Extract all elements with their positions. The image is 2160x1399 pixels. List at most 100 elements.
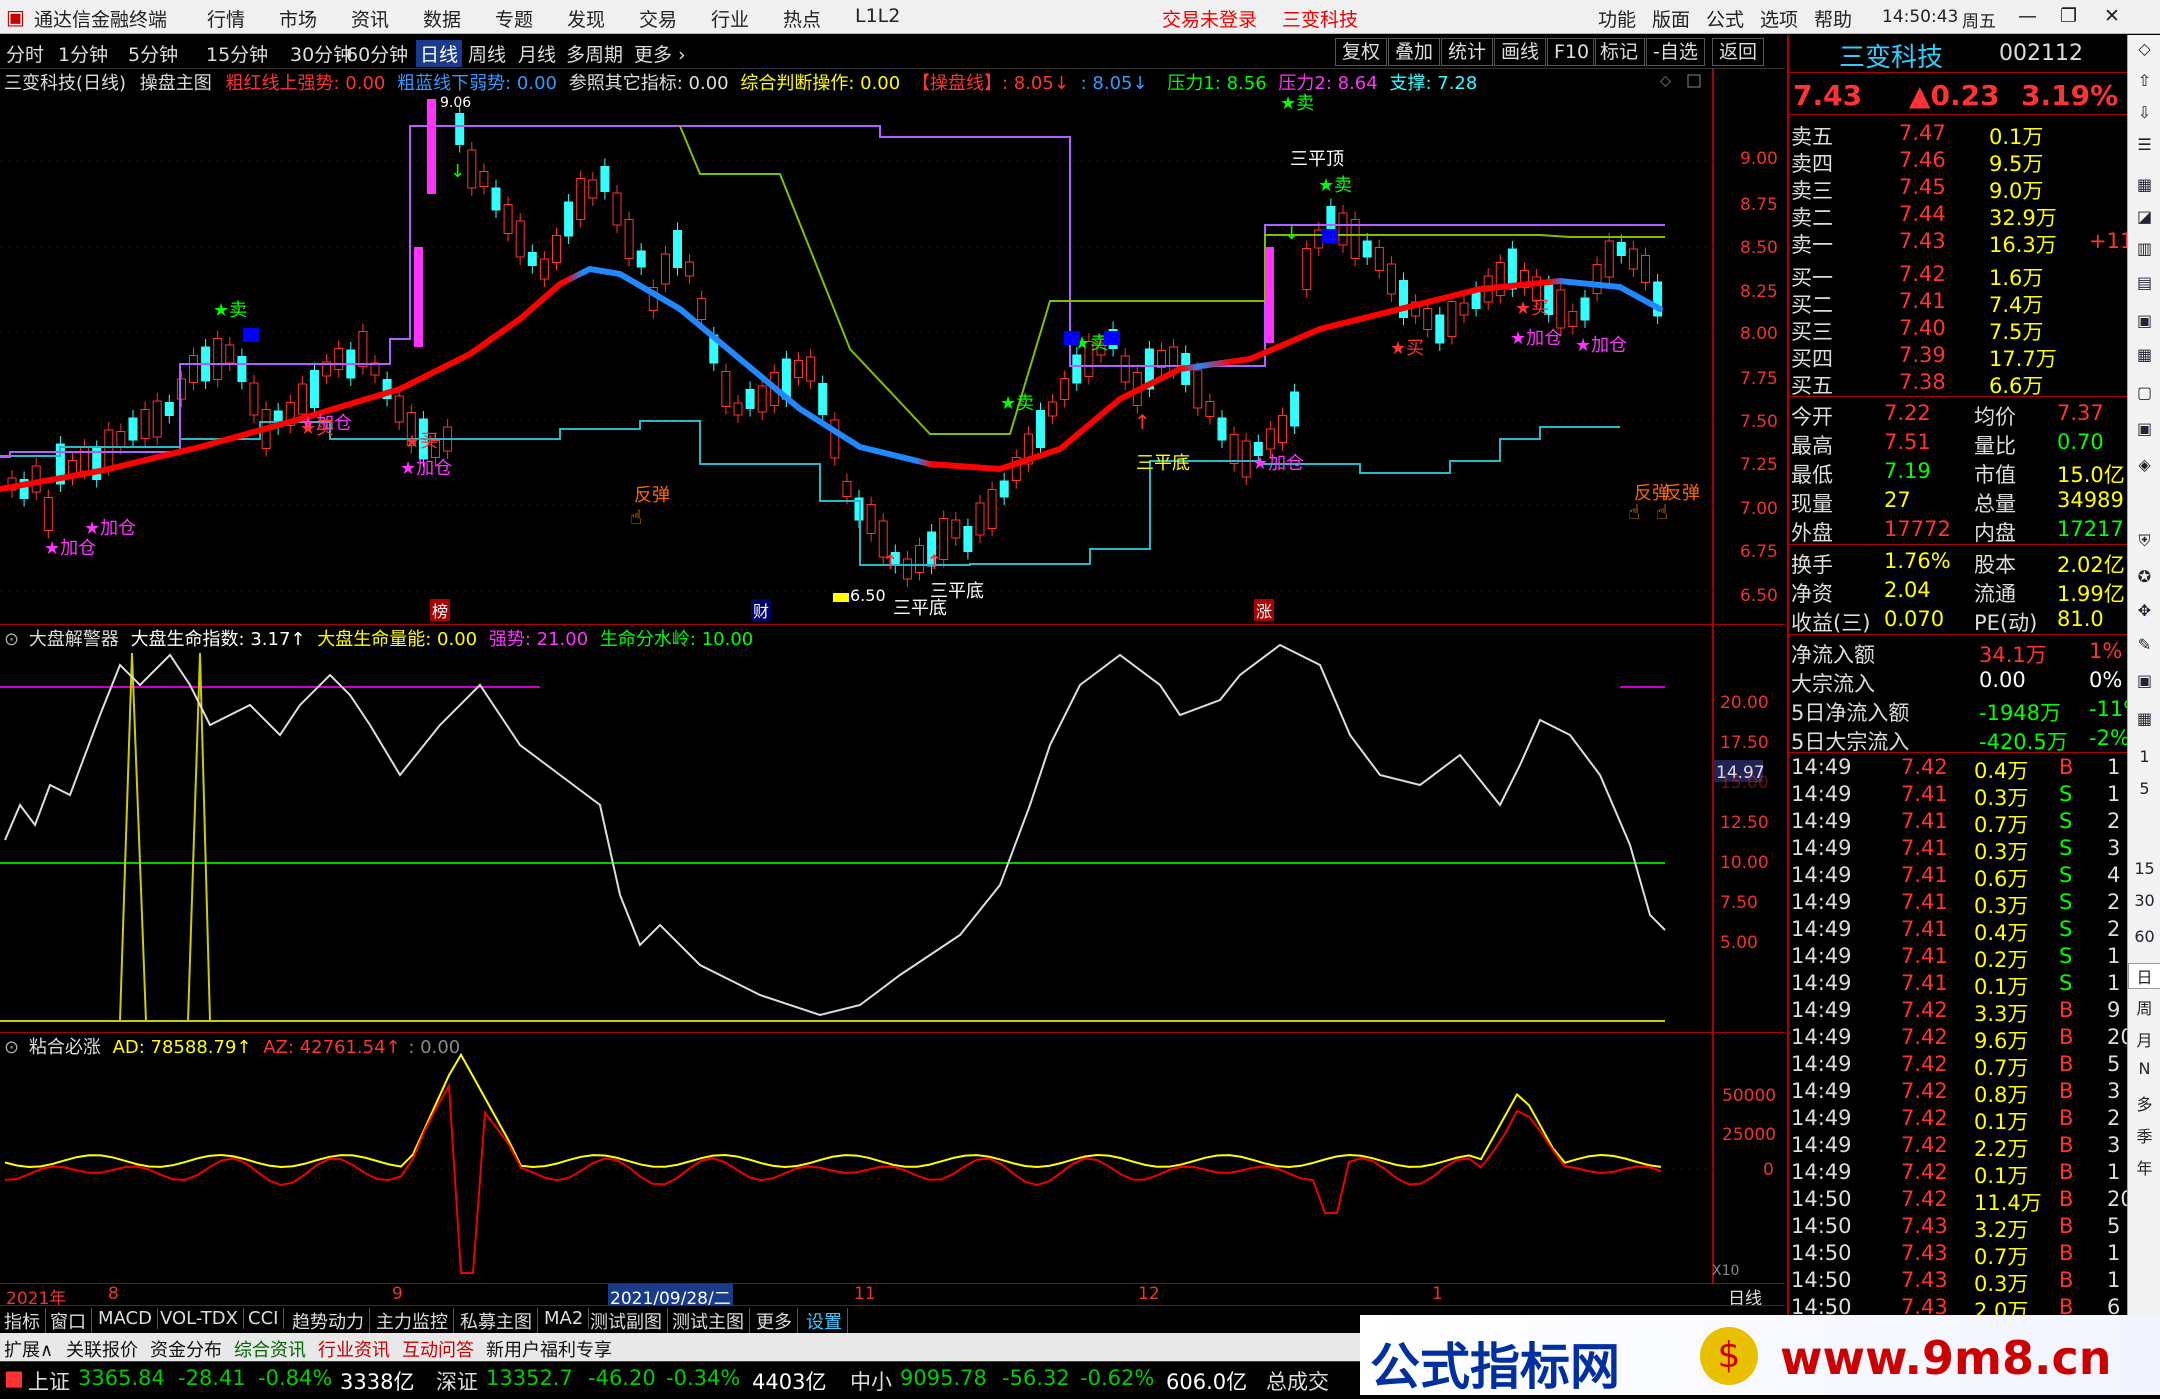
tool-button[interactable]: 返回 <box>1712 38 1765 66</box>
indicator-tab[interactable]: 窗口 <box>50 1308 92 1334</box>
period-tab[interactable]: 更多 › <box>634 40 686 67</box>
tool-button[interactable]: 叠加 <box>1388 38 1441 66</box>
sidebar-window-icon[interactable]: ▣ <box>2128 419 2160 438</box>
sidebar-period[interactable]: 日 <box>2128 963 2160 989</box>
sidebar-chart-icon[interactable]: ◪ <box>2128 207 2160 226</box>
info-tab[interactable]: 资金分布 <box>150 1336 222 1362</box>
close-icon[interactable]: ✕ <box>2104 5 2120 27</box>
tool-button[interactable]: 画线 <box>1494 38 1547 66</box>
settings-tab[interactable]: 设置 <box>806 1308 848 1334</box>
sidebar-arrow-icon[interactable]: ◇ <box>2128 39 2160 58</box>
menu-item[interactable]: 行业 <box>711 5 749 32</box>
menu-item[interactable]: 版面 <box>1652 5 1690 32</box>
tool-button[interactable]: 标记 <box>1593 38 1646 66</box>
tool-button[interactable]: -自选 <box>1646 38 1705 66</box>
menu-item[interactable]: 功能 <box>1598 5 1636 32</box>
period-tab[interactable]: 60分钟 <box>346 40 408 67</box>
sidebar-f-icon[interactable]: ▣ <box>2128 671 2160 690</box>
info-tab[interactable]: 新用户福利专享 <box>486 1336 612 1362</box>
menu-item[interactable]: 公式 <box>1706 5 1744 32</box>
tool-button[interactable]: 复权 <box>1335 38 1388 66</box>
restore-icon[interactable]: ❐ <box>2060 5 2077 27</box>
period-tab[interactable]: 1分钟 <box>58 40 108 67</box>
sidebar-period[interactable]: 季 <box>2128 1123 2160 1147</box>
sidebar-period[interactable]: 60 <box>2128 927 2160 946</box>
sidebar-period[interactable]: N <box>2128 1059 2160 1078</box>
period-tab[interactable]: 多周期 <box>566 40 623 67</box>
minimize-icon[interactable]: — <box>2018 5 2037 27</box>
info-tab[interactable]: 扩展∧ <box>4 1336 53 1362</box>
sidebar-up-icon[interactable]: ⇧ <box>2128 71 2160 90</box>
info-tab[interactable]: 互动问答 <box>402 1336 474 1362</box>
info-tab[interactable]: 行业资讯 <box>318 1336 390 1362</box>
menu-item[interactable]: 选项 <box>1760 5 1798 32</box>
indicator-tab[interactable]: 测试副图 <box>590 1308 668 1334</box>
stat-value: 1.76% <box>1884 549 1951 573</box>
sidebar-list-icon[interactable]: ☰ <box>2128 135 2160 154</box>
period-tab[interactable]: 分时 <box>6 40 44 67</box>
indicator-tab[interactable]: 私募主图 <box>460 1308 538 1334</box>
sidebar-period[interactable]: 月 <box>2128 1027 2160 1051</box>
sidebar-pen-icon[interactable]: ✎ <box>2128 635 2160 654</box>
sidebar-box-icon[interactable]: ▢ <box>2128 383 2160 402</box>
info-tab[interactable]: 关联报价 <box>66 1336 138 1362</box>
sidebar-period[interactable]: 15 <box>2128 859 2160 878</box>
index-name[interactable]: 深证 <box>436 1366 478 1396</box>
menu-item[interactable]: 数据 <box>423 5 461 32</box>
sidebar-move-icon[interactable]: ✥ <box>2128 601 2160 620</box>
sidebar-doc-icon[interactable]: ▤ <box>2128 273 2160 292</box>
login-status[interactable]: 交易未登录 <box>1162 5 1257 32</box>
period-tab[interactable]: 15分钟 <box>206 40 268 67</box>
sidebar-settings-icon[interactable]: ◈ <box>2128 455 2160 474</box>
period-tab[interactable]: 月线 <box>518 40 556 67</box>
index-name[interactable]: 上证 <box>28 1366 70 1396</box>
sidebar-down-icon[interactable]: ⇩ <box>2128 103 2160 122</box>
indicator-pane-1[interactable]: ⊙ 大盘解警器 大盘生命指数: 3.17↑ 大盘生命量能: 0.00 强势: 2… <box>0 625 1785 1033</box>
indicator-tab[interactable]: CCI <box>248 1308 285 1329</box>
sidebar-f10-icon[interactable]: ▣ <box>2128 311 2160 330</box>
index-name[interactable]: 中小 <box>850 1366 892 1396</box>
diamond-icon[interactable]: ◇ <box>1660 73 1671 89</box>
sidebar-period[interactable]: 年 <box>2128 1155 2160 1179</box>
app-title: 通达信金融终端 <box>34 9 168 31</box>
tool-button[interactable]: 统计 <box>1441 38 1494 66</box>
info-tab[interactable]: 综合资讯 <box>234 1336 306 1362</box>
sidebar-star-icon[interactable]: ✪ <box>2128 567 2160 586</box>
sidebar-period[interactable]: 多 <box>2128 1091 2160 1115</box>
indicator-tab[interactable]: VOL-TDX <box>160 1308 244 1329</box>
menu-item[interactable]: 发现 <box>567 5 605 32</box>
menu-item[interactable]: 市场 <box>279 5 317 32</box>
indicator-tab[interactable]: 更多 <box>756 1308 798 1334</box>
period-tab[interactable]: 5分钟 <box>128 40 178 67</box>
tick-list[interactable]: 14:49 7.42 0.4万 B 1 14:49 7.41 0.3万 S 1 14:49 7.41 0… <box>1789 755 2129 1315</box>
menu-item[interactable]: 行情 <box>207 5 245 32</box>
menu-item[interactable]: 帮助 <box>1814 5 1852 32</box>
indicator-tab[interactable]: 测试主图 <box>672 1308 750 1334</box>
menu-item[interactable]: 热点 <box>783 5 821 32</box>
indicator-tab[interactable]: 指标 <box>4 1308 46 1334</box>
indicator-tab[interactable]: 主力监控 <box>376 1308 454 1334</box>
menu-item[interactable]: 交易 <box>639 5 677 32</box>
sidebar-period[interactable]: 30 <box>2128 891 2160 910</box>
sidebar-shield-icon[interactable]: ⛨ <box>2128 531 2160 551</box>
sidebar-table-icon[interactable]: ▦ <box>2128 345 2160 364</box>
period-tab-active[interactable]: 日线 <box>416 40 463 67</box>
sidebar-grid-icon[interactable]: ▦ <box>2128 175 2160 194</box>
menu-item[interactable]: L1L2 <box>855 5 900 27</box>
period-tab[interactable]: 30分钟 <box>290 40 352 67</box>
indicator-tab[interactable]: 趋势动力 <box>292 1308 370 1334</box>
sidebar-grid2-icon[interactable]: ▦ <box>2128 709 2160 728</box>
indicator-tab[interactable]: MACD <box>98 1308 158 1329</box>
sidebar-period[interactable]: 周 <box>2128 995 2160 1019</box>
tool-button[interactable]: F10 <box>1547 38 1597 66</box>
menu-item[interactable]: 专题 <box>495 5 533 32</box>
period-tab[interactable]: 周线 <box>468 40 506 67</box>
sidebar-candle-icon[interactable]: ▥ <box>2128 239 2160 258</box>
menu-item[interactable]: 资讯 <box>351 5 389 32</box>
sidebar-period[interactable]: 1 <box>2128 747 2160 766</box>
indicator-tab[interactable]: MA2 <box>544 1308 590 1329</box>
indicator-pane-2[interactable]: ⊙ 粘合必涨 AD: 78588.79↑ AZ: 42761.54↑ : 0.0… <box>0 1033 1785 1283</box>
main-chart-pane[interactable]: 三变科技(日线) 操盘主图 粗红线上强势: 0.00 粗蓝线下弱势: 0.00 … <box>0 69 1785 625</box>
sidebar-period[interactable]: 5 <box>2128 779 2160 798</box>
bid-price: 7.40 <box>1899 316 1946 340</box>
